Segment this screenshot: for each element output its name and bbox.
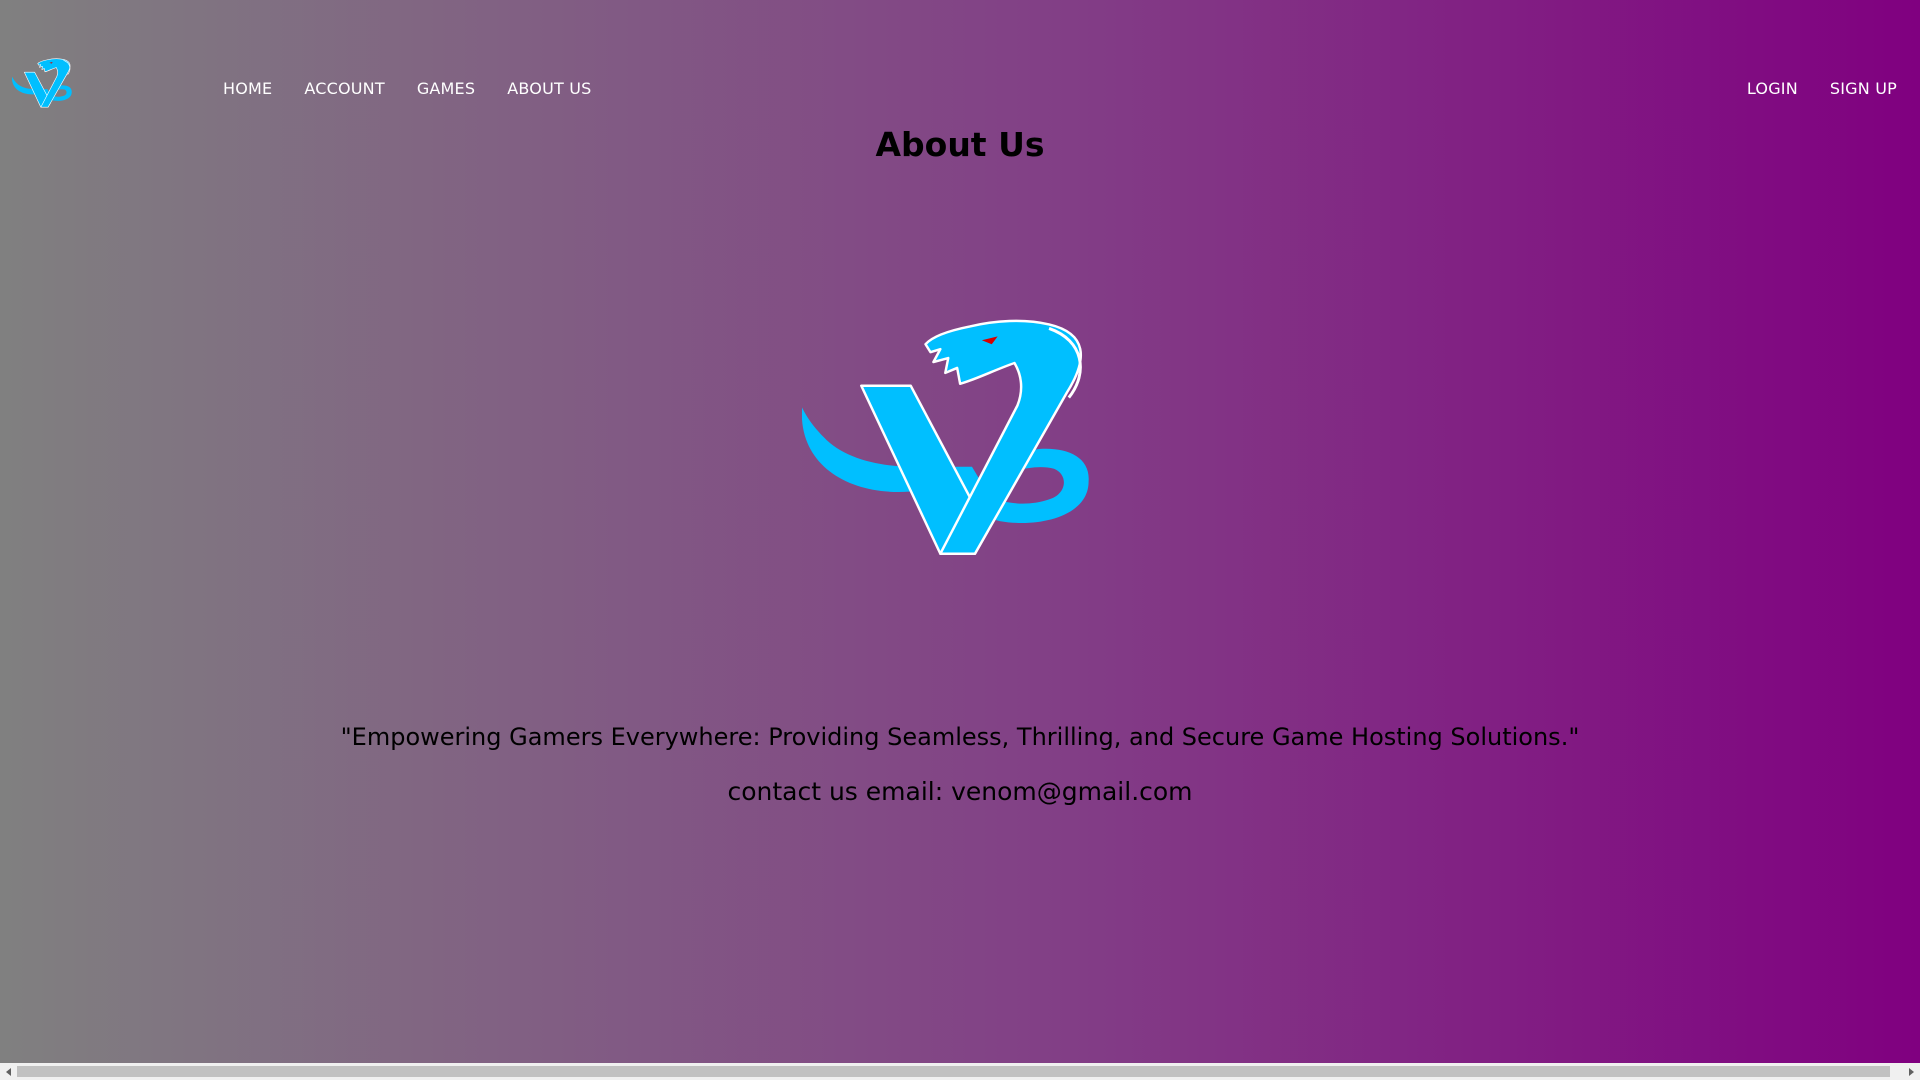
main-nav: HOME ACCOUNT GAMES ABOUT US	[223, 78, 592, 100]
nav-account-link[interactable]: ACCOUNT	[304, 78, 384, 100]
nav-about-us-link[interactable]: ABOUT US	[507, 78, 591, 100]
venom-logo-icon	[802, 319, 1089, 555]
signup-link[interactable]: SIGN UP	[1830, 78, 1897, 100]
contact-email: contact us email: venom@gmail.com	[727, 777, 1193, 806]
tagline: "Empowering Gamers Everywhere: Providing…	[340, 723, 1580, 751]
navbar: HOME ACCOUNT GAMES ABOUT US LOGIN SIGN U…	[0, 0, 1920, 130]
hero-logo	[802, 318, 1138, 576]
brand-logo[interactable]	[12, 56, 82, 114]
page-title: About Us	[875, 125, 1045, 164]
horizontal-scrollbar[interactable]	[0, 1063, 1920, 1080]
auth-nav: LOGIN SIGN UP	[1747, 78, 1897, 100]
scroll-right-icon[interactable]	[1903, 1063, 1920, 1080]
login-link[interactable]: LOGIN	[1747, 78, 1798, 100]
nav-home-link[interactable]: HOME	[223, 78, 272, 100]
scroll-thumb[interactable]	[17, 1066, 1890, 1077]
venom-logo-icon	[12, 58, 72, 108]
scroll-left-icon[interactable]	[0, 1063, 17, 1080]
nav-games-link[interactable]: GAMES	[417, 78, 475, 100]
